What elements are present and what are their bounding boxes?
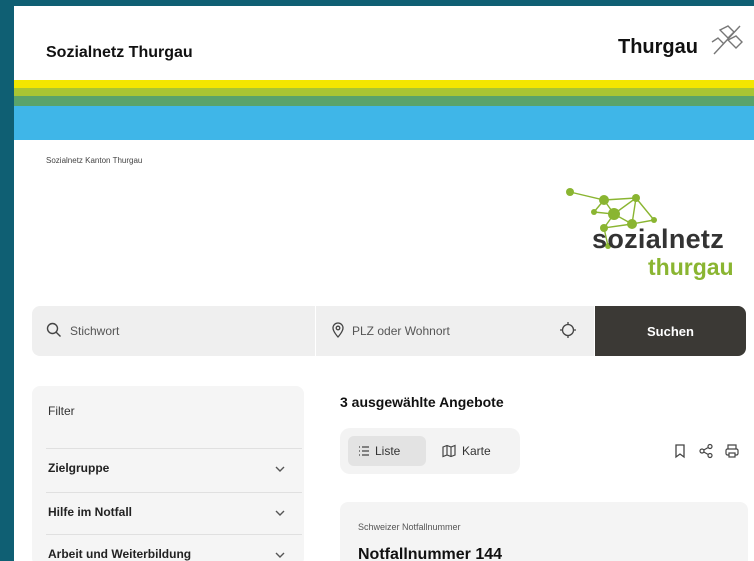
search-icon [46, 322, 61, 337]
keyword-input[interactable]: Stichwort [32, 306, 315, 356]
page: Sozialnetz Thurgau Thurgau Sozialnetz Ka… [14, 6, 754, 561]
view-list-label: Liste [375, 444, 401, 458]
breadcrumb[interactable]: Sozialnetz Kanton Thurgau [46, 156, 142, 165]
results-title: 3 ausgewählte Angebote [340, 394, 504, 410]
stripe-green [14, 96, 754, 106]
share-icon[interactable] [698, 443, 714, 459]
list-icon [359, 446, 369, 456]
header: Sozialnetz Thurgau Thurgau [14, 6, 754, 84]
filter-item-label: Zielgruppe [48, 461, 110, 475]
search-button[interactable]: Suchen [595, 306, 746, 356]
map-icon [442, 444, 456, 458]
filter-item-hilfe-im-notfall[interactable]: Hilfe im Notfall [46, 492, 302, 531]
chevron-down-icon [275, 510, 285, 516]
filter-panel: Filter Zielgruppe Hilfe im Notfall Arbei… [32, 386, 304, 561]
view-list-button[interactable]: Liste [348, 436, 426, 466]
filter-item-arbeit-und-weiterbildung[interactable]: Arbeit und Weiterbildung [46, 534, 302, 561]
stripe-yellow [14, 80, 754, 88]
filter-item-label: Hilfe im Notfall [48, 505, 133, 519]
result-card[interactable]: Schweizer Notfallnummer Notfallnummer 14… [340, 502, 748, 561]
location-input[interactable]: PLZ oder Wohnort [316, 306, 594, 356]
canton-brand[interactable]: Thurgau [618, 36, 698, 59]
bookmark-icon[interactable] [672, 443, 688, 459]
keyword-placeholder: Stichwort [70, 324, 120, 338]
logo-wordmark-line1: sozialnetz [592, 224, 725, 254]
view-map-button[interactable]: Karte [438, 436, 516, 466]
logo-wordmark-line2: thurgau [648, 254, 734, 280]
stripe-lime [14, 88, 754, 96]
result-card-title[interactable]: Notfallnummer 144 [358, 546, 502, 561]
site-title[interactable]: Sozialnetz Thurgau [46, 44, 193, 62]
chevron-down-icon [275, 466, 285, 472]
location-pin-icon [332, 322, 344, 338]
view-map-label: Karte [462, 444, 491, 458]
search-bar: Stichwort PLZ oder Wohnort Suchen [32, 306, 746, 356]
filter-item-label: Arbeit und Weiterbildung [48, 547, 192, 561]
filter-heading: Filter [48, 404, 75, 418]
canton-crest-icon [711, 25, 743, 55]
print-icon[interactable] [724, 443, 740, 459]
filter-item-zielgruppe[interactable]: Zielgruppe [46, 448, 302, 487]
result-card-subtitle: Schweizer Notfallnummer [358, 522, 461, 532]
view-toggle: Liste Karte [340, 428, 520, 474]
crosshair-icon[interactable] [559, 321, 577, 339]
location-placeholder: PLZ oder Wohnort [352, 324, 450, 338]
chevron-down-icon [275, 552, 285, 558]
stripe-blue [14, 106, 754, 140]
